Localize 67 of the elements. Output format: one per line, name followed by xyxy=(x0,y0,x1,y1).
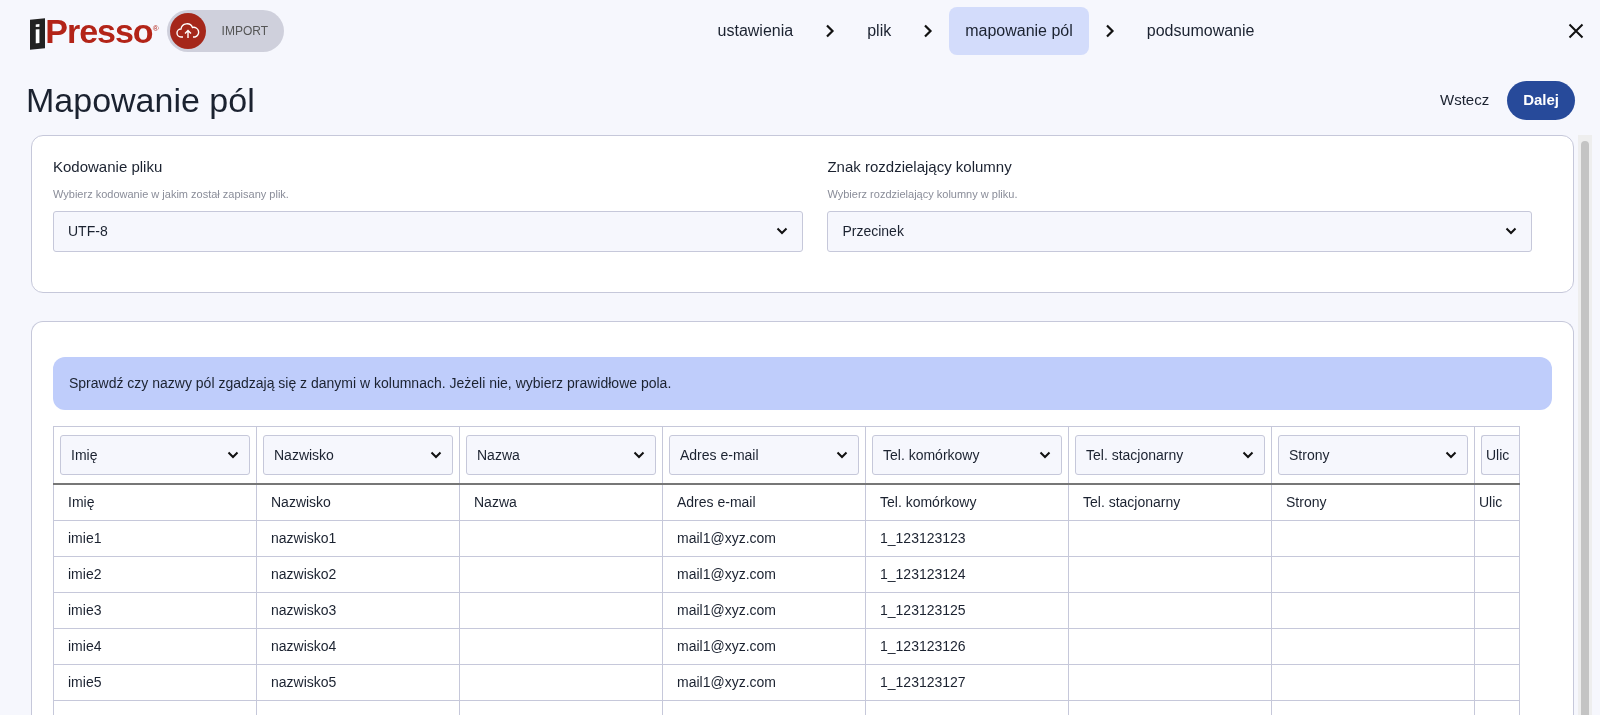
table-cell: nazwisko3 xyxy=(256,592,460,629)
column-heading: Nazwa xyxy=(459,484,663,521)
select-field[interactable]: Ulic xyxy=(1481,435,1520,476)
select-field[interactable]: Nazwa xyxy=(466,435,656,476)
next-button[interactable]: Dalej xyxy=(1507,81,1575,120)
table-cell: nazwisko4 xyxy=(256,628,460,665)
table-cell: imie2 xyxy=(53,556,257,593)
caret-icon xyxy=(1505,227,1517,236)
cloud-upload-icon xyxy=(169,13,206,49)
table-cell: nazwisko2 xyxy=(256,556,460,593)
column-heading: Tel. stacjonarny xyxy=(1068,484,1272,521)
step-tab[interactable]: plik xyxy=(851,7,908,55)
column-heading: Adres e-mail xyxy=(662,484,866,521)
info-alert: Sprawdź czy nazwy pól zgadzają się z danymi w kolumnach. Jeżeli nie, wybierz prawidłowe pola. xyxy=(53,356,1552,410)
import-badge: IMPORT xyxy=(166,10,284,52)
caret-icon xyxy=(227,451,239,460)
page-title: Mapowanie pól xyxy=(26,80,255,121)
table-cell: nazwisko1 xyxy=(256,520,460,557)
select-field[interactable]: UTF-8 xyxy=(53,210,804,252)
table-cell: 1_123123123 xyxy=(865,520,1069,557)
caret-icon xyxy=(430,451,442,460)
table-cell: mail1@xyz.com xyxy=(662,664,866,701)
back-button[interactable]: Wstecz xyxy=(1429,83,1500,118)
table-cell: imie3 xyxy=(53,592,257,629)
scrollbar[interactable] xyxy=(1578,134,1592,715)
table-cell: 1_123123127 xyxy=(865,664,1069,701)
step-tab[interactable]: ustawienia xyxy=(701,7,810,55)
chevron-right-icon xyxy=(825,24,836,38)
step-tab[interactable]: mapowanie pól xyxy=(949,7,1089,55)
select-field[interactable]: Imię xyxy=(60,435,250,476)
table-cell: imie4 xyxy=(53,628,257,665)
table-cell: mail1@xyz.com xyxy=(662,628,866,665)
column-heading: Nazwisko xyxy=(256,484,460,521)
select-field[interactable]: Tel. stacjonarny xyxy=(1075,435,1265,476)
select-field[interactable]: Przecinek xyxy=(827,210,1532,252)
table-cell: mail1@xyz.com xyxy=(662,520,866,557)
table-cell: imie5 xyxy=(53,664,257,701)
caret-icon xyxy=(836,451,848,460)
table-cell: 1_123123126 xyxy=(865,628,1069,665)
table-cell: mail1@xyz.com xyxy=(662,592,866,629)
field-hint: Wybierz kodowanie w jakim został zapisany plik. xyxy=(53,187,290,203)
field-label: Znak rozdzielający kolumny xyxy=(827,156,1013,177)
select-field[interactable]: Adres e-mail xyxy=(669,435,859,476)
table-cell: mail1@xyz.com xyxy=(662,556,866,593)
caret-icon xyxy=(633,451,645,460)
chevron-right-icon xyxy=(923,24,934,38)
caret-icon xyxy=(1445,451,1457,460)
logo: i Presso® xyxy=(30,13,159,49)
chevron-right-icon xyxy=(1104,24,1115,38)
select-field[interactable]: Strony xyxy=(1278,435,1468,476)
table-cell: 1_123123124 xyxy=(865,556,1069,593)
caret-icon xyxy=(1242,451,1254,460)
caret-icon xyxy=(776,227,789,236)
column-heading: Ulic xyxy=(1474,484,1520,521)
table-cell: imie1 xyxy=(53,520,257,557)
field-label: Kodowanie pliku xyxy=(53,156,164,177)
step-tab[interactable]: podsumowanie xyxy=(1130,7,1271,55)
column-heading: Strony xyxy=(1271,484,1475,521)
select-field[interactable]: Tel. komórkowy xyxy=(872,435,1062,476)
field-hint: Wybierz rozdzielający kolumny w pliku. xyxy=(827,187,1019,203)
table-cell: nazwisko5 xyxy=(256,664,460,701)
select-field[interactable]: Nazwisko xyxy=(263,435,453,476)
caret-icon xyxy=(1039,451,1051,460)
close-icon[interactable] xyxy=(1568,23,1584,39)
column-heading: Tel. komórkowy xyxy=(865,484,1069,521)
table-cell: 1_123123125 xyxy=(865,592,1069,629)
column-heading: Imię xyxy=(53,484,257,521)
